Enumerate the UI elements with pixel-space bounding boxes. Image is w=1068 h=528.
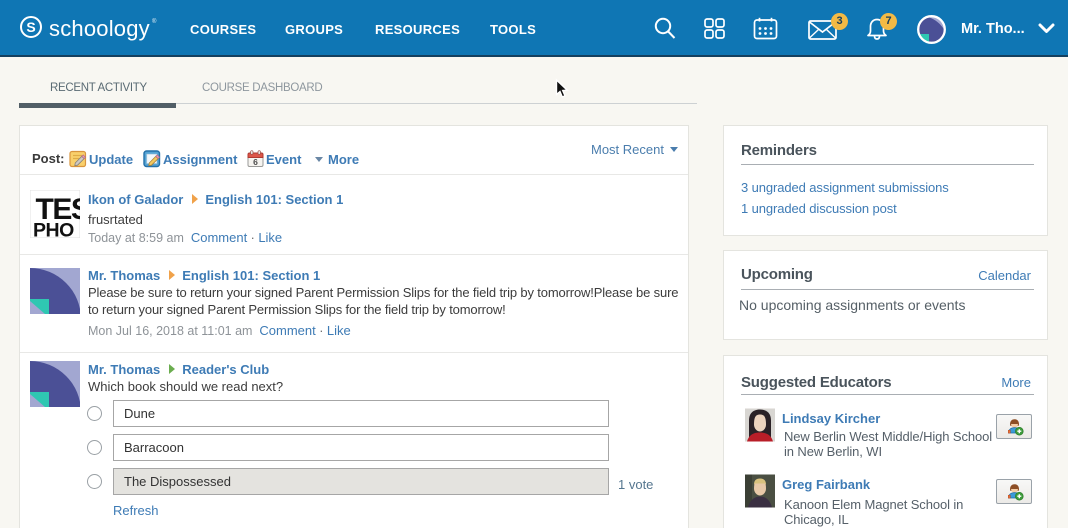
svg-text:6: 6 [253, 157, 258, 167]
svg-text:PHO: PHO [33, 219, 74, 238]
